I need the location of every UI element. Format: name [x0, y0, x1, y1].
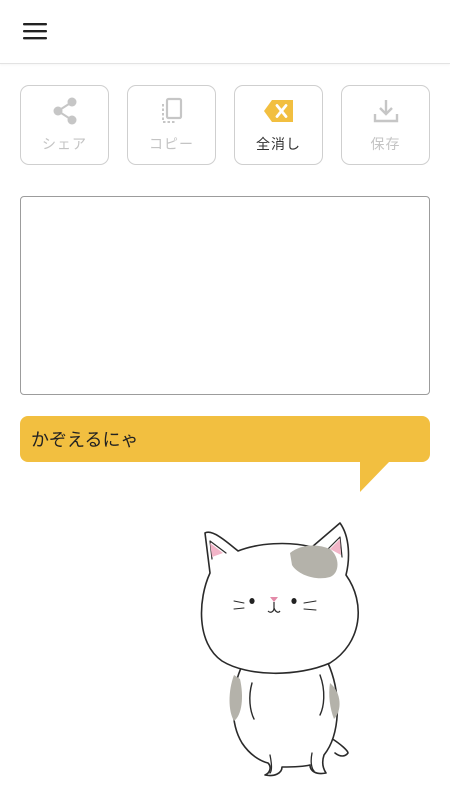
share-button-label: シェア [42, 137, 87, 153]
share-button[interactable]: シェア [20, 85, 109, 165]
copy-icon [160, 96, 184, 126]
speech-bubble-text: かぞえるにゃ [31, 430, 139, 451]
clear-all-button[interactable]: 全消し [234, 85, 323, 165]
clear-all-button-label: 全消し [256, 137, 301, 153]
share-icon [52, 96, 78, 126]
copy-button[interactable]: コピー [127, 85, 216, 165]
download-save-icon [373, 96, 399, 126]
backspace-clear-icon [263, 96, 295, 126]
text-input-area[interactable] [20, 196, 430, 395]
toolbar: シェア コピー 全消し 保存 [20, 85, 430, 165]
copy-button-label: コピー [149, 137, 194, 153]
cat-mascot-illustration [200, 522, 359, 777]
hamburger-menu-icon[interactable] [14, 14, 56, 48]
save-button[interactable]: 保存 [341, 85, 430, 165]
speech-bubble: かぞえるにゃ [20, 416, 430, 462]
app-bar [0, 0, 450, 64]
save-button-label: 保存 [370, 137, 401, 153]
speech-bubble-tail [360, 461, 390, 492]
